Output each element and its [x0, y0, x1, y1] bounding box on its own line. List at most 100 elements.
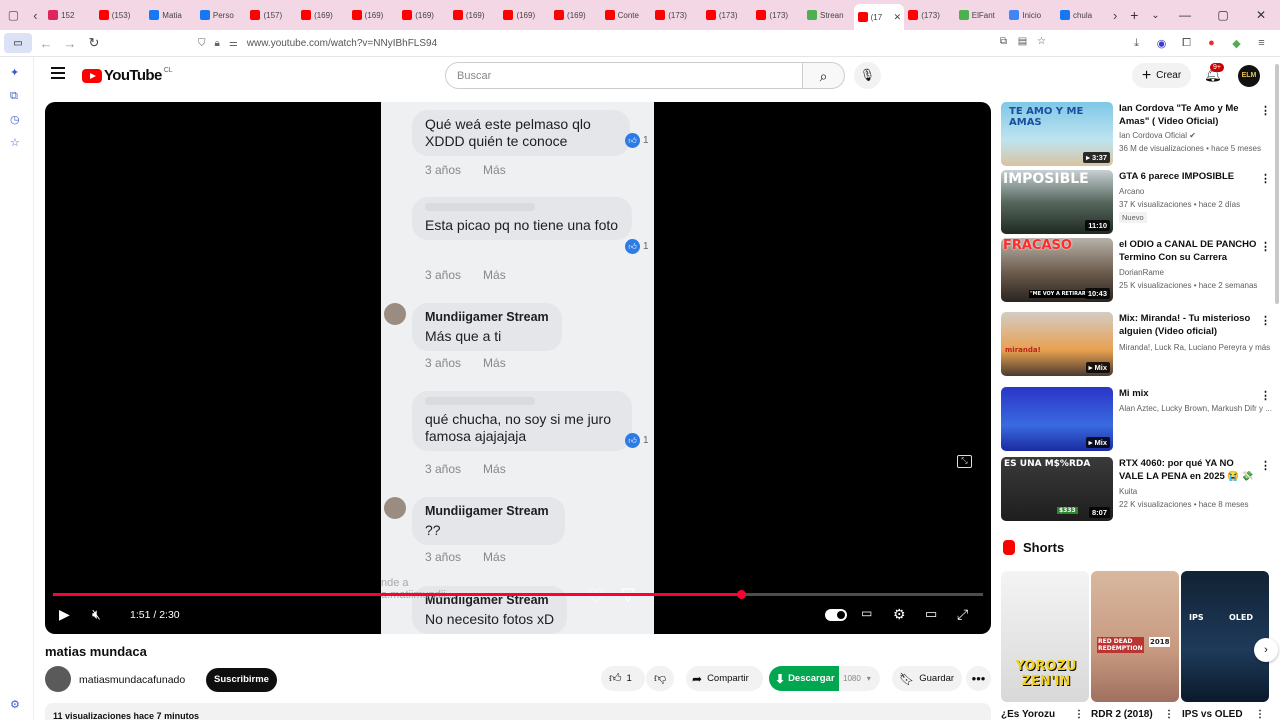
browser-tab[interactable]: Inicio: [1005, 0, 1056, 30]
subscribe-button[interactable]: Suscribirme: [206, 668, 277, 692]
adblock-icon[interactable]: ●: [1199, 37, 1224, 50]
reader-icon[interactable]: ▤: [1013, 36, 1032, 47]
miniplayer-expand-icon[interactable]: ⤡: [957, 455, 972, 468]
browser-tab[interactable]: Matia: [145, 0, 196, 30]
browser-tab[interactable]: (169): [550, 0, 601, 30]
like-button[interactable]: 👍︎ 1: [601, 666, 645, 691]
downloads-icon[interactable]: ⤓: [1124, 37, 1149, 50]
rec-menu-icon[interactable]: ⋮: [1260, 240, 1271, 253]
maximize-button[interactable]: ▢: [1204, 8, 1242, 22]
video-player[interactable]: Qué weá este pelmaso qlo XDDD quién te c…: [45, 102, 991, 634]
mute-icon[interactable]: 🔇︎: [92, 606, 101, 623]
rec-menu-icon[interactable]: ⋮: [1260, 172, 1271, 185]
description-box[interactable]: 11 visualizaciones hace 7 minutos: [45, 703, 991, 720]
download-button[interactable]: ⬇ Descargar 1080 ▾: [769, 666, 880, 691]
short-thumbnail[interactable]: RED DEAD REDEMPTION 2018: [1091, 571, 1179, 702]
browser-tab[interactable]: (173): [752, 0, 803, 30]
hamburger-menu-icon[interactable]: [51, 67, 65, 82]
browser-tab[interactable]: (157): [246, 0, 297, 30]
browser-tab[interactable]: Perso: [196, 0, 247, 30]
recommendation-item[interactable]: miranda! ▸ Mix Mix: Miranda! - Tu mister…: [1001, 312, 1271, 376]
more-actions-button[interactable]: •••: [966, 666, 991, 691]
pip-icon[interactable]: ⧉: [994, 36, 1013, 47]
new-tab-button[interactable]: +: [1124, 7, 1145, 23]
browser-tab[interactable]: (153): [95, 0, 146, 30]
close-tab-icon[interactable]: ✕: [894, 12, 902, 23]
search-input[interactable]: Buscar: [445, 62, 803, 89]
account-icon[interactable]: ◉: [1149, 37, 1174, 50]
short-menu-icon[interactable]: ⋮: [1164, 709, 1174, 720]
settings-icon[interactable]: ⚙HD: [893, 606, 906, 623]
browser-tab[interactable]: (169): [348, 0, 399, 30]
video-thumbnail[interactable]: IMPOSIBLE 11:10: [1001, 170, 1113, 234]
tab-search-icon[interactable]: ⌄: [1145, 10, 1166, 21]
rec-title[interactable]: Mi mix: [1119, 387, 1259, 400]
video-thumbnail[interactable]: FRACASO "ME VOY A RETIRAR" 10:43: [1001, 238, 1113, 302]
rec-menu-icon[interactable]: ⋮: [1260, 459, 1271, 472]
short-title[interactable]: IPS vs OLED: [1182, 709, 1243, 720]
page-scrollbar[interactable]: [1275, 64, 1279, 304]
short-thumbnail[interactable]: IPS OLED: [1181, 571, 1269, 702]
browser-tab[interactable]: (169): [449, 0, 500, 30]
browser-tab[interactable]: ElFant: [955, 0, 1006, 30]
create-button[interactable]: + Crear: [1132, 63, 1191, 88]
browser-tab[interactable]: 152: [44, 0, 95, 30]
rec-title[interactable]: Ian Cordova "Te Amo y Me Amas" ( Video O…: [1119, 102, 1259, 128]
rec-channel[interactable]: DorianRame: [1119, 268, 1164, 277]
video-thumbnail[interactable]: ▸ Mix: [1001, 387, 1113, 451]
youtube-logo[interactable]: YouTube CL: [82, 67, 173, 84]
browser-tab[interactable]: (173): [904, 0, 955, 30]
voice-search-mic-icon[interactable]: 🎙︎: [854, 62, 881, 89]
channel-name[interactable]: matiasmundacafunado: [79, 674, 185, 686]
url-field[interactable]: ⛉ 🔒︎ ⚌ www.youtube.com/watch?v=NNyIBhFLS…: [198, 38, 437, 49]
user-avatar[interactable]: ELM: [1238, 65, 1260, 87]
video-thumbnail[interactable]: TE AMO Y ME AMAS ▸ 3:37: [1001, 102, 1113, 166]
video-thumbnail[interactable]: ES UNA M$%RDA $333 8:07: [1001, 457, 1113, 521]
rec-channel[interactable]: Kuita: [1119, 487, 1137, 496]
play-icon[interactable]: ▶: [59, 606, 70, 623]
extensions-icon[interactable]: ⧠: [1174, 37, 1199, 50]
shorts-next-arrow-icon[interactable]: ›: [1254, 638, 1278, 662]
recommendation-item[interactable]: IMPOSIBLE 11:10 GTA 6 parece IMPOSIBLE A…: [1001, 170, 1271, 234]
rec-channel[interactable]: Miranda!, Luck Ra, Luciano Pereyra y más: [1119, 343, 1270, 352]
scrubber-knob[interactable]: [737, 590, 747, 599]
rec-title[interactable]: el ODIO a CANAL DE PANCHO Termino Con su…: [1119, 238, 1259, 264]
browser-tab[interactable]: (169): [297, 0, 348, 30]
recommendation-item[interactable]: ▸ Mix Mi mix Alan Aztec, Lucky Brown, Ma…: [1001, 387, 1272, 451]
save-button[interactable]: 🔖︎ Guardar: [892, 666, 962, 691]
vpn-icon[interactable]: ◆: [1224, 37, 1249, 50]
recommendation-item[interactable]: ES UNA M$%RDA $333 8:07 RTX 4060: por qu…: [1001, 457, 1271, 521]
short-thumbnail[interactable]: YOROZU ZEN'IN: [1001, 571, 1089, 702]
dislike-button[interactable]: 👎︎: [646, 666, 674, 691]
recommendation-item[interactable]: TE AMO Y ME AMAS ▸ 3:37 Ian Cordova "Te …: [1001, 102, 1271, 166]
browser-tab[interactable]: (169): [398, 0, 449, 30]
back-icon[interactable]: ←: [34, 36, 58, 51]
short-menu-icon[interactable]: ⋮: [1074, 709, 1084, 720]
browser-tab[interactable]: (17 ✕: [853, 4, 905, 30]
browser-tab[interactable]: (173): [702, 0, 753, 30]
ai-assistant-icon[interactable]: ✦: [10, 66, 19, 79]
browser-tab[interactable]: chula: [1056, 0, 1107, 30]
rec-title[interactable]: GTA 6 parece IMPOSIBLE: [1119, 170, 1259, 183]
recommendation-item[interactable]: FRACASO "ME VOY A RETIRAR" 10:43 el ODIO…: [1001, 238, 1271, 302]
short-title[interactable]: ¿Es Yorozu: [1001, 709, 1055, 720]
rec-menu-icon[interactable]: ⋮: [1260, 314, 1271, 327]
settings-gear-icon[interactable]: ⚙: [10, 698, 20, 711]
minimize-button[interactable]: —: [1166, 8, 1204, 22]
notifications-bell-icon[interactable]: 🔔︎ 9+: [1204, 63, 1224, 83]
history-icon[interactable]: ◷: [10, 113, 20, 126]
rec-channel[interactable]: Alan Aztec, Lucky Brown, Markush Difr y …: [1119, 404, 1272, 413]
tab-scroll-left-icon[interactable]: ‹: [27, 8, 44, 23]
download-quality[interactable]: 1080: [843, 674, 861, 683]
autoplay-toggle[interactable]: [825, 609, 847, 621]
browser-tab[interactable]: Strean: [803, 0, 854, 30]
share-button[interactable]: ➦ Compartir: [686, 666, 763, 691]
reload-icon[interactable]: ↻: [82, 35, 106, 51]
search-button[interactable]: ⌕: [803, 62, 845, 89]
menu-icon[interactable]: ≡: [1249, 37, 1274, 50]
rec-channel[interactable]: Arcano: [1119, 187, 1144, 196]
theater-mode-icon[interactable]: ▭: [925, 606, 937, 622]
rec-menu-icon[interactable]: ⋮: [1260, 104, 1271, 117]
rec-channel[interactable]: Ian Cordova Oficial ✔: [1119, 131, 1196, 140]
bookmarks-icon[interactable]: ☆: [10, 136, 20, 149]
